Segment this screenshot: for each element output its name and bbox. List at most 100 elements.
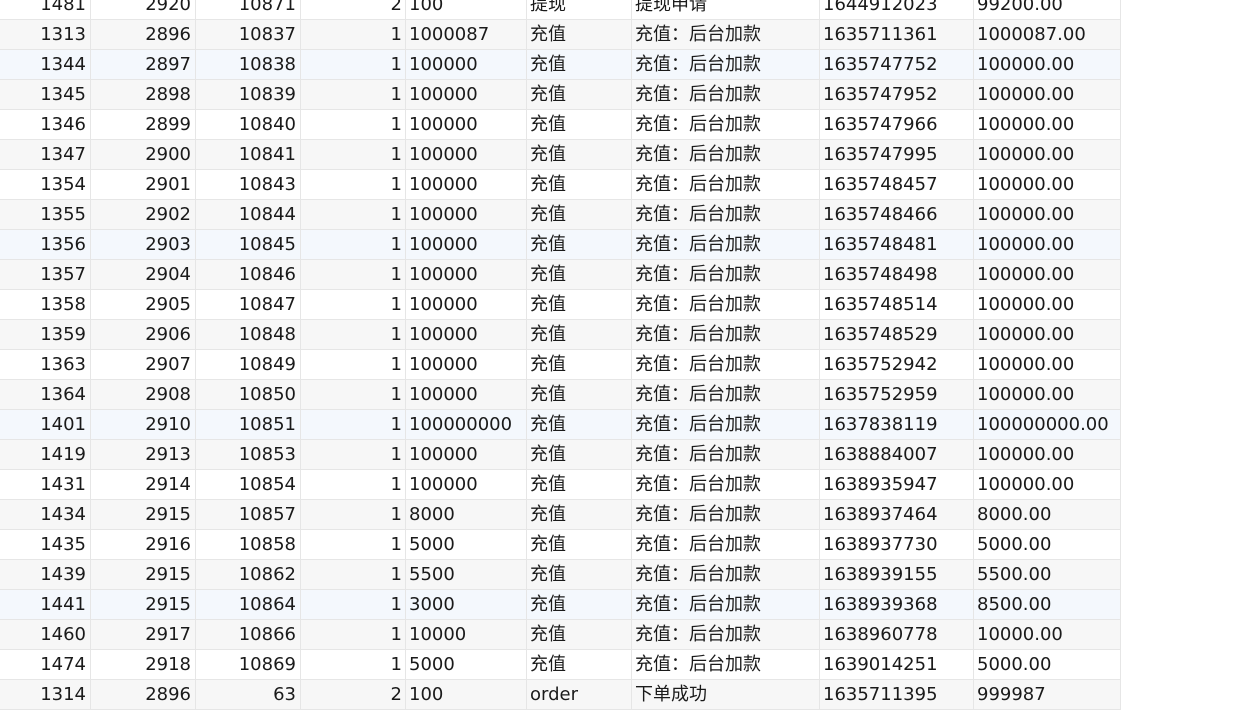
cell-amount[interactable]: 5500: [406, 560, 527, 589]
cell-category[interactable]: 充值: [527, 560, 632, 589]
cell-id[interactable]: 1435: [0, 530, 91, 559]
cell-amount[interactable]: 100000: [406, 350, 527, 379]
cell-desc[interactable]: 充值：后台加款: [632, 320, 820, 349]
cell-type[interactable]: 1: [301, 290, 406, 319]
cell-desc[interactable]: 充值：后台加款: [632, 350, 820, 379]
cell-time[interactable]: 1638937464: [820, 500, 974, 529]
cell-type[interactable]: 1: [301, 500, 406, 529]
cell-amount[interactable]: 3000: [406, 590, 527, 619]
cell-time[interactable]: 1637838119: [820, 410, 974, 439]
cell-type[interactable]: 1: [301, 50, 406, 79]
cell-category[interactable]: 充值: [527, 260, 632, 289]
cell-time[interactable]: 1635747966: [820, 110, 974, 139]
cell-amount[interactable]: 100000: [406, 320, 527, 349]
cell-amount[interactable]: 100000: [406, 380, 527, 409]
cell-balance[interactable]: 5000.00: [974, 530, 1121, 559]
cell-time[interactable]: 1635711395: [820, 680, 974, 709]
cell-time[interactable]: 1635747752: [820, 50, 974, 79]
cell-desc[interactable]: 充值：后台加款: [632, 290, 820, 319]
cell-id[interactable]: 1347: [0, 140, 91, 169]
table-row[interactable]: 1364 2908 10850 1 100000 充值 充值：后台加款 1635752959 1…: [0, 380, 1121, 410]
cell-time[interactable]: 1635748466: [820, 200, 974, 229]
cell-uid[interactable]: 2907: [91, 350, 196, 379]
cell-balance[interactable]: 100000.00: [974, 380, 1121, 409]
cell-type[interactable]: 1: [301, 410, 406, 439]
cell-balance[interactable]: 100000.00: [974, 470, 1121, 499]
table-row[interactable]: 1356 2903 10845 1 100000 充值 充值：后台加款 1635748481 1…: [0, 230, 1121, 260]
cell-desc[interactable]: 充值：后台加款: [632, 440, 820, 469]
cell-desc[interactable]: 充值：后台加款: [632, 560, 820, 589]
table-row[interactable]: 1344 2897 10838 1 100000 充值 充值：后台加款 1635747752 1…: [0, 50, 1121, 80]
cell-order-id[interactable]: 10847: [196, 290, 301, 319]
cell-uid[interactable]: 2901: [91, 170, 196, 199]
cell-id[interactable]: 1364: [0, 380, 91, 409]
cell-id[interactable]: 1358: [0, 290, 91, 319]
cell-category[interactable]: 提现: [527, 0, 632, 19]
cell-id[interactable]: 1357: [0, 260, 91, 289]
cell-desc[interactable]: 充值：后台加款: [632, 590, 820, 619]
cell-time[interactable]: 1635711361: [820, 20, 974, 49]
cell-uid[interactable]: 2896: [91, 680, 196, 709]
cell-order-id[interactable]: 10869: [196, 650, 301, 679]
cell-type[interactable]: 1: [301, 260, 406, 289]
cell-order-id[interactable]: 10864: [196, 590, 301, 619]
cell-id[interactable]: 1419: [0, 440, 91, 469]
cell-desc[interactable]: 充值：后台加款: [632, 470, 820, 499]
cell-balance[interactable]: 100000.00: [974, 170, 1121, 199]
cell-amount[interactable]: 100000: [406, 140, 527, 169]
cell-category[interactable]: 充值: [527, 20, 632, 49]
cell-type[interactable]: 1: [301, 350, 406, 379]
cell-id[interactable]: 1346: [0, 110, 91, 139]
table-row[interactable]: 1346 2899 10840 1 100000 充值 充值：后台加款 1635747966 1…: [0, 110, 1121, 140]
cell-uid[interactable]: 2902: [91, 200, 196, 229]
cell-id[interactable]: 1363: [0, 350, 91, 379]
cell-time[interactable]: 1639014251: [820, 650, 974, 679]
cell-type[interactable]: 1: [301, 140, 406, 169]
cell-uid[interactable]: 2915: [91, 500, 196, 529]
cell-desc[interactable]: 充值：后台加款: [632, 50, 820, 79]
cell-time[interactable]: 1635748514: [820, 290, 974, 319]
cell-amount[interactable]: 100000: [406, 470, 527, 499]
table-row[interactable]: 1435 2916 10858 1 5000 充值 充值：后台加款 1638937730 500…: [0, 530, 1121, 560]
cell-category[interactable]: 充值: [527, 200, 632, 229]
cell-amount[interactable]: 5000: [406, 650, 527, 679]
cell-uid[interactable]: 2913: [91, 440, 196, 469]
cell-balance[interactable]: 99200.00: [974, 0, 1121, 19]
cell-balance[interactable]: 8000.00: [974, 500, 1121, 529]
cell-uid[interactable]: 2910: [91, 410, 196, 439]
cell-id[interactable]: 1460: [0, 620, 91, 649]
cell-uid[interactable]: 2899: [91, 110, 196, 139]
cell-uid[interactable]: 2897: [91, 50, 196, 79]
cell-order-id[interactable]: 10843: [196, 170, 301, 199]
cell-time[interactable]: 1635748498: [820, 260, 974, 289]
cell-type[interactable]: 1: [301, 530, 406, 559]
cell-type[interactable]: 1: [301, 650, 406, 679]
cell-category[interactable]: 充值: [527, 80, 632, 109]
cell-order-id[interactable]: 10845: [196, 230, 301, 259]
cell-balance[interactable]: 100000000.00: [974, 410, 1121, 439]
table-row[interactable]: 1354 2901 10843 1 100000 充值 充值：后台加款 1635748457 1…: [0, 170, 1121, 200]
table-row[interactable]: 1419 2913 10853 1 100000 充值 充值：后台加款 1638884007 1…: [0, 440, 1121, 470]
cell-category[interactable]: 充值: [527, 620, 632, 649]
cell-time[interactable]: 1635748457: [820, 170, 974, 199]
cell-uid[interactable]: 2900: [91, 140, 196, 169]
cell-balance[interactable]: 8500.00: [974, 590, 1121, 619]
cell-order-id[interactable]: 10858: [196, 530, 301, 559]
cell-desc[interactable]: 充值：后台加款: [632, 230, 820, 259]
cell-desc[interactable]: 充值：后台加款: [632, 80, 820, 109]
cell-id[interactable]: 1355: [0, 200, 91, 229]
cell-balance[interactable]: 100000.00: [974, 350, 1121, 379]
cell-desc[interactable]: 充值：后台加款: [632, 200, 820, 229]
cell-uid[interactable]: 2896: [91, 20, 196, 49]
cell-amount[interactable]: 100000: [406, 440, 527, 469]
cell-order-id[interactable]: 63: [196, 680, 301, 709]
table-row[interactable]: 1434 2915 10857 1 8000 充值 充值：后台加款 1638937464 800…: [0, 500, 1121, 530]
cell-amount[interactable]: 100000: [406, 230, 527, 259]
cell-balance[interactable]: 1000087.00: [974, 20, 1121, 49]
cell-amount[interactable]: 1000087: [406, 20, 527, 49]
cell-order-id[interactable]: 10866: [196, 620, 301, 649]
cell-uid[interactable]: 2917: [91, 620, 196, 649]
cell-uid[interactable]: 2908: [91, 380, 196, 409]
cell-time[interactable]: 1635752959: [820, 380, 974, 409]
cell-amount[interactable]: 8000: [406, 500, 527, 529]
